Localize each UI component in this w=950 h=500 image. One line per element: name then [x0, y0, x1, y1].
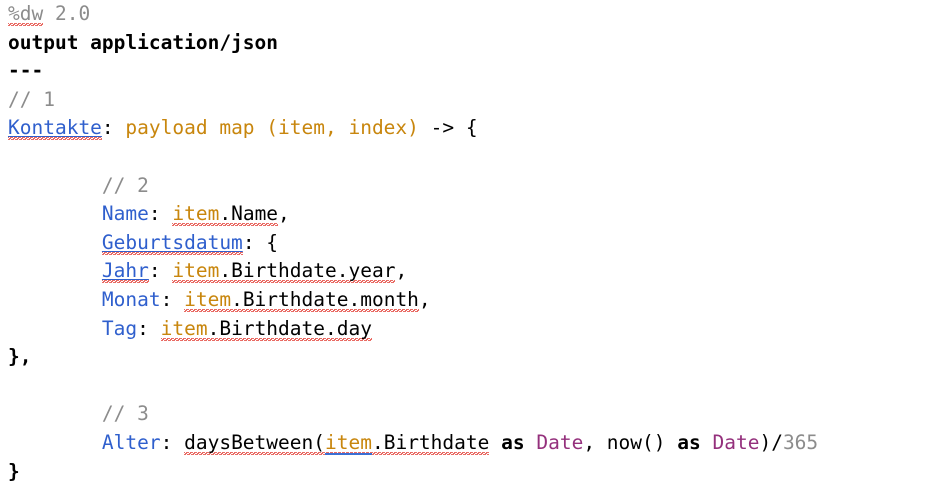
- as-keyword-1: as: [489, 430, 537, 454]
- code-line-10[interactable]: Jahr: item.Birthdate.year,: [0, 257, 950, 286]
- number-literal-365: 365: [782, 430, 819, 454]
- code-line-11[interactable]: Monat: item.Birthdate.month,: [0, 286, 950, 315]
- function-now: now(): [606, 430, 666, 454]
- variable-item: item: [172, 259, 220, 283]
- code-line-7[interactable]: // 2: [0, 172, 950, 201]
- variable-item: item: [172, 202, 220, 226]
- open-brace: {: [266, 230, 279, 254]
- selector-path: .Birthdate.year: [219, 259, 396, 283]
- as-keyword-2: as: [665, 430, 713, 454]
- code-line-5[interactable]: Kontakte: payload map (item, index) -> {: [0, 114, 950, 143]
- code-line-13[interactable]: },: [0, 343, 950, 372]
- code-line-16[interactable]: Alter: daysBetween(item.Birthdate as Dat…: [0, 429, 950, 458]
- selector-path: .Birthdate: [371, 430, 490, 454]
- selector-path: .Birthdate.day: [207, 316, 372, 340]
- comma: ,: [278, 202, 290, 226]
- colon-separator: :: [160, 430, 185, 454]
- selector-expression: item.Birthdate.day: [160, 316, 372, 342]
- object-key-alter[interactable]: Alter: [102, 431, 161, 454]
- type-date-1: Date: [536, 430, 584, 454]
- code-line-1[interactable]: %dw 2.0: [0, 0, 950, 29]
- selector-expression: item.Name: [172, 202, 279, 228]
- comment-token-2: // 2: [101, 173, 149, 197]
- function-daysbetween: daysBetween(: [184, 430, 325, 454]
- code-line-6-blank[interactable]: [0, 143, 950, 172]
- code-line-4[interactable]: // 1: [0, 86, 950, 115]
- days-between-call-expression: daysBetween(item.Birthdate: [184, 430, 490, 456]
- code-line-8[interactable]: Name: item.Name,: [0, 200, 950, 229]
- object-key-tag[interactable]: Tag: [102, 317, 137, 340]
- type-date-2: Date: [712, 430, 760, 454]
- header-body-separator-token: ---: [8, 59, 44, 83]
- comment-token-3: // 3: [101, 402, 149, 426]
- close-paren: ): [759, 430, 772, 454]
- output-directive-token: output application/json: [8, 30, 279, 54]
- object-key-jahr[interactable]: Jahr: [101, 259, 149, 285]
- variable-item: item: [160, 316, 208, 340]
- close-brace: }: [8, 459, 20, 483]
- selector-path: .Name: [219, 202, 279, 226]
- colon-separator: :: [242, 230, 267, 254]
- colon-separator: :: [137, 316, 161, 340]
- division-operator: /: [771, 430, 783, 454]
- code-line-17[interactable]: }: [0, 458, 950, 487]
- colon-separator: :: [101, 116, 126, 140]
- selector-expression: item.Birthdate.year: [172, 259, 396, 285]
- payload-map-expression: payload map (item, index): [125, 116, 419, 140]
- object-key-name[interactable]: Name: [102, 202, 149, 225]
- dw-version-token: 2.0: [54, 2, 91, 25]
- colon-separator: :: [148, 259, 173, 283]
- object-key-geburtsdatum[interactable]: Geburtsdatum: [101, 230, 243, 256]
- object-key-monat[interactable]: Monat: [102, 288, 161, 311]
- close-brace-comma: },: [8, 345, 32, 369]
- comment-token-1: // 1: [8, 87, 55, 111]
- comma: ,: [395, 259, 408, 283]
- code-line-2[interactable]: output application/json: [0, 29, 950, 58]
- lambda-arrow-open-brace: -> {: [418, 116, 478, 140]
- variable-item: item: [325, 430, 372, 454]
- selector-path: .Birthdate.month: [231, 287, 419, 311]
- code-editor-surface[interactable]: %dw 2.0 output application/json --- // 1…: [0, 0, 950, 500]
- code-line-3[interactable]: ---: [0, 57, 950, 86]
- code-line-12[interactable]: Tag: item.Birthdate.day: [0, 315, 950, 344]
- code-line-9[interactable]: Geburtsdatum: {: [0, 229, 950, 258]
- variable-item: item: [184, 287, 232, 311]
- comma: ,: [418, 287, 431, 311]
- colon-separator: :: [148, 202, 173, 226]
- argument-separator: ,: [583, 430, 607, 454]
- code-line-15[interactable]: // 3: [0, 400, 950, 429]
- colon-separator: :: [160, 287, 185, 311]
- selector-expression: item.Birthdate.month: [184, 287, 419, 313]
- dw-directive-token: %dw: [8, 2, 44, 27]
- object-key-kontakte[interactable]: Kontakte: [8, 116, 102, 142]
- code-line-14-blank[interactable]: [0, 372, 950, 401]
